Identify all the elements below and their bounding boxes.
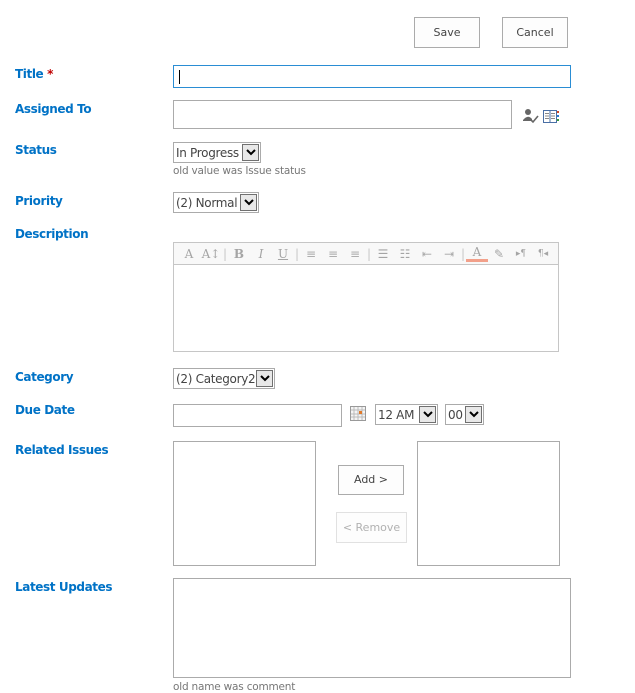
- due-minute-value: 00: [448, 407, 463, 422]
- chevron-down-icon: [240, 194, 257, 211]
- due-hour-select[interactable]: 12 AM: [375, 404, 438, 425]
- bold-icon[interactable]: B: [228, 247, 250, 261]
- ltr-icon[interactable]: ▸¶: [510, 249, 532, 259]
- remove-button[interactable]: < Remove: [336, 512, 407, 543]
- related-issues-label: Related Issues: [15, 443, 109, 457]
- title-label: Title *: [15, 67, 53, 81]
- status-value: In Progress: [176, 145, 239, 160]
- align-center-icon[interactable]: ≡: [322, 247, 344, 261]
- align-right-icon[interactable]: ≡: [344, 247, 366, 261]
- cancel-button[interactable]: Cancel: [502, 17, 568, 48]
- rtl-icon[interactable]: ¶◂: [532, 249, 554, 259]
- text-color-icon[interactable]: A: [466, 245, 488, 262]
- italic-icon[interactable]: I: [250, 247, 272, 261]
- assigned-to-label: Assigned To: [15, 102, 92, 116]
- chevron-down-icon: [256, 370, 273, 387]
- decrease-indent-icon[interactable]: ⇤: [416, 247, 438, 261]
- rich-text-toolbar: A A↕ | B I U | ≡ ≡ ≡ | ☰ ☷ ⇤ ⇥ | A ✎ ▸¶ …: [173, 242, 559, 265]
- assigned-to-input[interactable]: [173, 100, 512, 129]
- text-caret: [179, 70, 180, 84]
- priority-label: Priority: [15, 194, 63, 208]
- title-input[interactable]: [173, 65, 571, 88]
- highlight-color-icon[interactable]: ✎: [488, 247, 510, 261]
- check-names-icon[interactable]: [522, 108, 539, 125]
- calendar-icon[interactable]: [350, 406, 366, 421]
- increase-indent-icon[interactable]: ⇥: [438, 247, 460, 261]
- required-mark: *: [47, 67, 53, 81]
- description-label: Description: [15, 227, 89, 241]
- available-issues-list[interactable]: [173, 441, 316, 566]
- description-editor[interactable]: [173, 265, 559, 352]
- add-button[interactable]: Add >: [338, 465, 404, 495]
- priority-select[interactable]: (2) Normal: [173, 192, 259, 213]
- category-value: (2) Category2: [176, 371, 256, 386]
- font-icon[interactable]: A: [178, 247, 200, 261]
- latest-updates-label: Latest Updates: [15, 580, 113, 594]
- priority-value: (2) Normal: [176, 195, 238, 210]
- chevron-down-icon: [465, 406, 482, 423]
- browse-directory-icon[interactable]: [543, 109, 560, 124]
- title-label-text: Title: [15, 67, 44, 81]
- selected-issues-list[interactable]: [417, 441, 560, 566]
- status-label: Status: [15, 143, 57, 157]
- align-left-icon[interactable]: ≡: [300, 247, 322, 261]
- due-date-input[interactable]: [173, 404, 342, 427]
- latest-updates-hint: old name was comment: [173, 681, 296, 693]
- chevron-down-icon: [419, 406, 436, 423]
- status-hint: old value was Issue status: [173, 165, 306, 177]
- chevron-down-icon: [242, 144, 259, 161]
- latest-updates-textarea[interactable]: [173, 578, 571, 678]
- category-label: Category: [15, 370, 74, 384]
- status-select[interactable]: In Progress: [173, 142, 261, 163]
- font-size-icon[interactable]: A↕: [200, 247, 222, 261]
- underline-icon[interactable]: U: [272, 247, 294, 261]
- category-select[interactable]: (2) Category2: [173, 368, 275, 389]
- due-minute-select[interactable]: 00: [445, 404, 484, 425]
- numbered-list-icon[interactable]: ☰: [372, 247, 394, 261]
- bulleted-list-icon[interactable]: ☷: [394, 247, 416, 261]
- due-date-label: Due Date: [15, 403, 75, 417]
- save-button[interactable]: Save: [414, 17, 480, 48]
- due-hour-value: 12 AM: [378, 407, 415, 422]
